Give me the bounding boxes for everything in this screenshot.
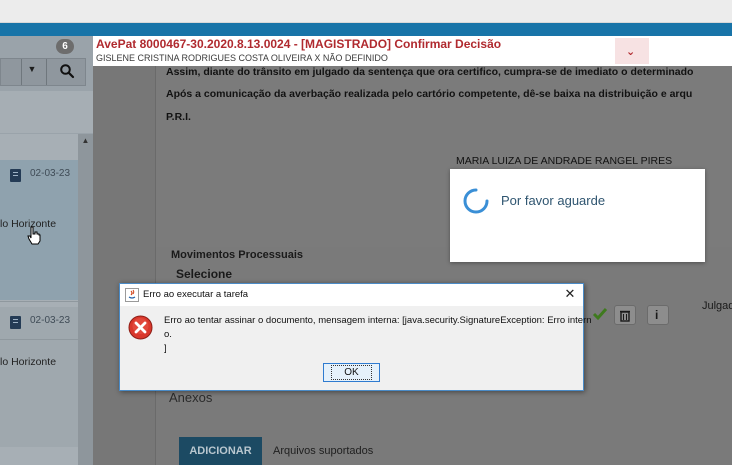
- java-icon: [125, 288, 139, 302]
- info-icon: i: [655, 308, 659, 322]
- task-list-panel: 6 ▼ 02-03-23 lo Horizonte 02-03-23 lo Ho…: [0, 36, 93, 465]
- document-line: Após a comunicação da averbação realizad…: [166, 88, 693, 100]
- movements-title: Movimentos Processuais: [171, 249, 304, 261]
- close-icon[interactable]: ✕: [563, 287, 577, 301]
- toolbar-divider: [21, 59, 22, 85]
- loading-spinner-icon: [463, 188, 489, 214]
- error-message-line: Erro ao tentar assinar o documento, mens…: [164, 315, 592, 326]
- header-toggle-button[interactable]: ⌄: [615, 38, 649, 64]
- task-list: 02-03-23 lo Horizonte 02-03-23 lo Horizo…: [0, 134, 78, 465]
- movements-select[interactable]: Selecione: [176, 267, 232, 281]
- error-message-line: o.: [164, 329, 172, 340]
- error-dialog-title: Erro ao executar a tarefa: [143, 289, 249, 300]
- trash-icon: [620, 310, 630, 322]
- task-count-badge: 6: [56, 39, 74, 54]
- task-header: AvePat 8000467-30.2020.8.13.0024 - [MAGI…: [93, 36, 732, 66]
- info-button[interactable]: i: [647, 305, 669, 325]
- supported-files-link[interactable]: Arquivos suportados: [273, 445, 373, 457]
- document-icon: [10, 316, 21, 329]
- task-list-toolbar: ▼: [0, 58, 86, 86]
- task-title: AvePat 8000467-30.2020.8.13.0024 - [MAGI…: [96, 37, 502, 51]
- delete-button[interactable]: [614, 305, 636, 325]
- document-line: P.R.I.: [166, 111, 191, 123]
- error-dialog-titlebar[interactable]: Erro ao executar a tarefa ✕: [120, 284, 583, 306]
- wait-message: Por favor aguarde: [501, 193, 606, 208]
- chevron-down-icon: ⌄: [626, 46, 636, 58]
- task-content: Assim, diante do trânsito em julgado da …: [93, 66, 732, 465]
- attachments-title: Anexos: [169, 390, 213, 405]
- browser-top-strip: [0, 0, 732, 23]
- ok-button[interactable]: OK: [323, 363, 380, 382]
- task-location: lo Horizonte: [0, 356, 57, 368]
- wait-dialog: Por favor aguarde: [450, 169, 705, 262]
- task-date: 02-03-23: [30, 315, 71, 326]
- error-message: Erro ao tentar assinar o documento, mens…: [164, 314, 592, 356]
- list-divider: [0, 339, 78, 340]
- search-icon[interactable]: [59, 63, 75, 79]
- app-accent-bar: [0, 23, 732, 36]
- list-divider: [0, 301, 78, 302]
- toolbar-divider: [46, 59, 47, 85]
- error-dialog: Erro ao executar a tarefa ✕ Erro ao tent…: [119, 283, 592, 391]
- document-line: Assim, diante do trânsito em julgado da …: [166, 66, 694, 78]
- movement-text: Julgado: [702, 300, 732, 312]
- task-date: 02-03-23: [30, 168, 71, 179]
- error-icon: [128, 315, 153, 340]
- ok-button-label: OK: [331, 365, 372, 380]
- check-icon[interactable]: [592, 306, 608, 322]
- task-card[interactable]: 02-03-23 lo Horizonte: [0, 307, 78, 447]
- task-list-filter-area: [0, 91, 93, 133]
- add-attachment-button[interactable]: ADICIONAR: [179, 437, 262, 465]
- document-signature: MARIA LUIZA DE ANDRADE RANGEL PIRES: [456, 155, 673, 167]
- scroll-up-arrow-icon[interactable]: ▲: [80, 136, 91, 146]
- caret-down-icon[interactable]: ▼: [25, 64, 39, 74]
- mouse-pointer-icon: [27, 226, 41, 245]
- task-list-scrollbar[interactable]: ▲: [78, 134, 93, 465]
- screen: 6 ▼ 02-03-23 lo Horizonte 02-03-23 lo Ho…: [0, 0, 732, 465]
- task-parties: GISLENE CRISTINA RODRIGUES COSTA OLIVEIR…: [96, 53, 388, 63]
- document-icon: [10, 169, 21, 182]
- error-message-line: ]: [164, 343, 167, 354]
